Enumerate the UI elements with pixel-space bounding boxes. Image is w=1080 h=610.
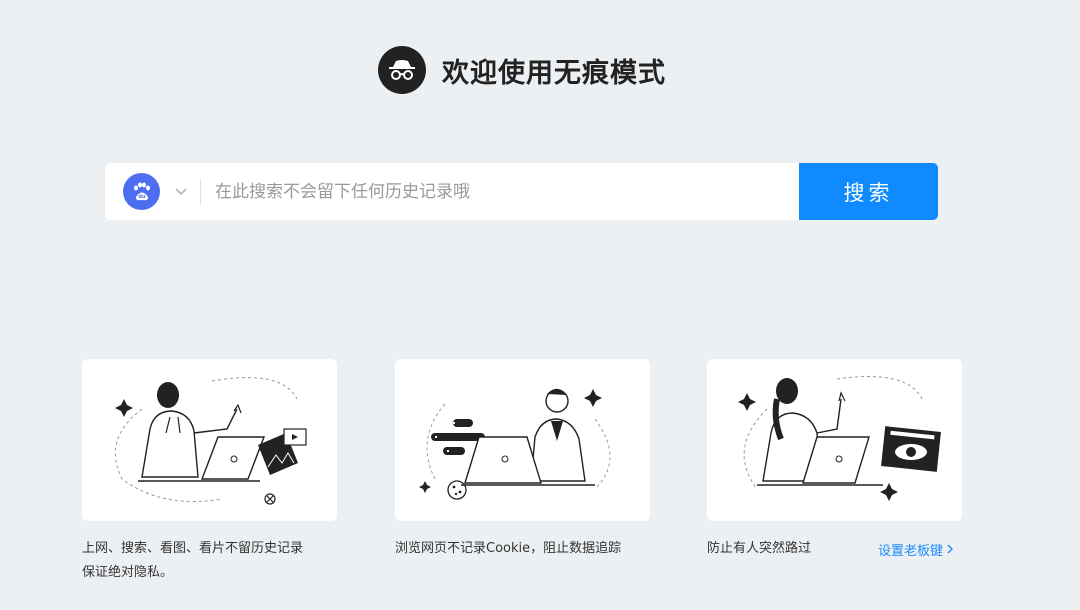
feature-caption-3: 防止有人突然路过: [707, 537, 811, 561]
page-title: 欢迎使用无痕模式: [442, 57, 666, 89]
search-engine-selector[interactable]: du: [105, 163, 188, 220]
chevron-right-icon: [947, 544, 954, 554]
woman-laptop-eye-illustration: [738, 376, 941, 501]
baidu-paw-icon: du: [123, 173, 160, 210]
feature-card-3: [707, 359, 962, 521]
man-laptop-cookie-illustration: [419, 388, 611, 500]
page-header: 欢迎使用无痕模式: [378, 46, 666, 94]
caption-line: 防止有人突然路过: [707, 541, 812, 556]
caption-line: 浏览网页不记录Cookie，阻止数据追踪: [395, 541, 622, 556]
feature-card-1: [82, 359, 337, 521]
incognito-page: 欢迎使用无痕模式 du 搜索: [0, 0, 1080, 610]
search-bar: du 搜索: [105, 163, 938, 220]
woman-laptop-illustration: [114, 377, 307, 505]
caption-line: 上网、搜索、看图、看片不留历史记录: [82, 541, 304, 556]
feature-caption-1: 上网、搜索、看图、看片不留历史记录 保证绝对隐私。: [82, 537, 303, 585]
chevron-down-icon: [174, 185, 188, 199]
svg-text:du: du: [138, 194, 146, 200]
boss-key-link-label: 设置老板键: [878, 543, 944, 559]
feature-card-2: [395, 359, 650, 521]
search-input[interactable]: [201, 163, 799, 220]
caption-line: 保证绝对隐私。: [82, 565, 174, 580]
boss-key-settings-link[interactable]: 设置老板键: [878, 537, 957, 561]
search-button[interactable]: 搜索: [799, 163, 938, 220]
feature-caption-2: 浏览网页不记录Cookie，阻止数据追踪: [395, 537, 621, 561]
incognito-glasses-icon: [378, 46, 426, 94]
